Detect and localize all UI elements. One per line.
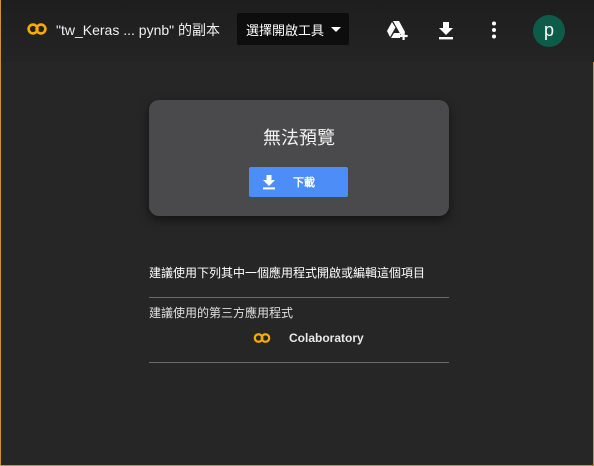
top-bar: "tw_Keras ... pynb" 的副本 選擇開啟工具 p bbox=[1, 0, 594, 62]
open-with-label: 選擇開啟工具 bbox=[246, 23, 325, 39]
download-icon[interactable] bbox=[435, 19, 457, 41]
avatar[interactable]: p bbox=[533, 15, 565, 47]
file-title: "tw_Keras ... pynb" 的副本 bbox=[56, 22, 220, 38]
add-to-drive-icon[interactable] bbox=[386, 19, 408, 41]
app-name: Colaboratory bbox=[289, 331, 364, 345]
colab-logo-icon bbox=[253, 333, 271, 343]
no-preview-card: 無法預覽 下載 bbox=[149, 100, 449, 216]
more-vert-icon[interactable] bbox=[483, 19, 505, 41]
divider bbox=[149, 362, 449, 363]
download-button[interactable]: 下載 bbox=[249, 167, 348, 197]
colab-logo-icon bbox=[27, 23, 47, 35]
download-icon bbox=[263, 175, 275, 190]
open-with-dropdown[interactable]: 選擇開啟工具 bbox=[237, 13, 349, 45]
chevron-down-icon bbox=[331, 27, 341, 32]
third-party-apps-label: 建議使用的第三方應用程式 bbox=[149, 306, 294, 320]
no-preview-message: 無法預覽 bbox=[263, 128, 335, 149]
download-label: 下載 bbox=[293, 176, 315, 189]
suggestion-text: 建議使用下列其中一個應用程式開啟或編輯這個項目 bbox=[149, 266, 426, 280]
app-item-colaboratory[interactable]: Colaboratory bbox=[253, 328, 364, 348]
viewer-frame: "tw_Keras ... pynb" 的副本 選擇開啟工具 p 無法預覽 下載… bbox=[0, 0, 594, 466]
divider bbox=[149, 297, 449, 298]
